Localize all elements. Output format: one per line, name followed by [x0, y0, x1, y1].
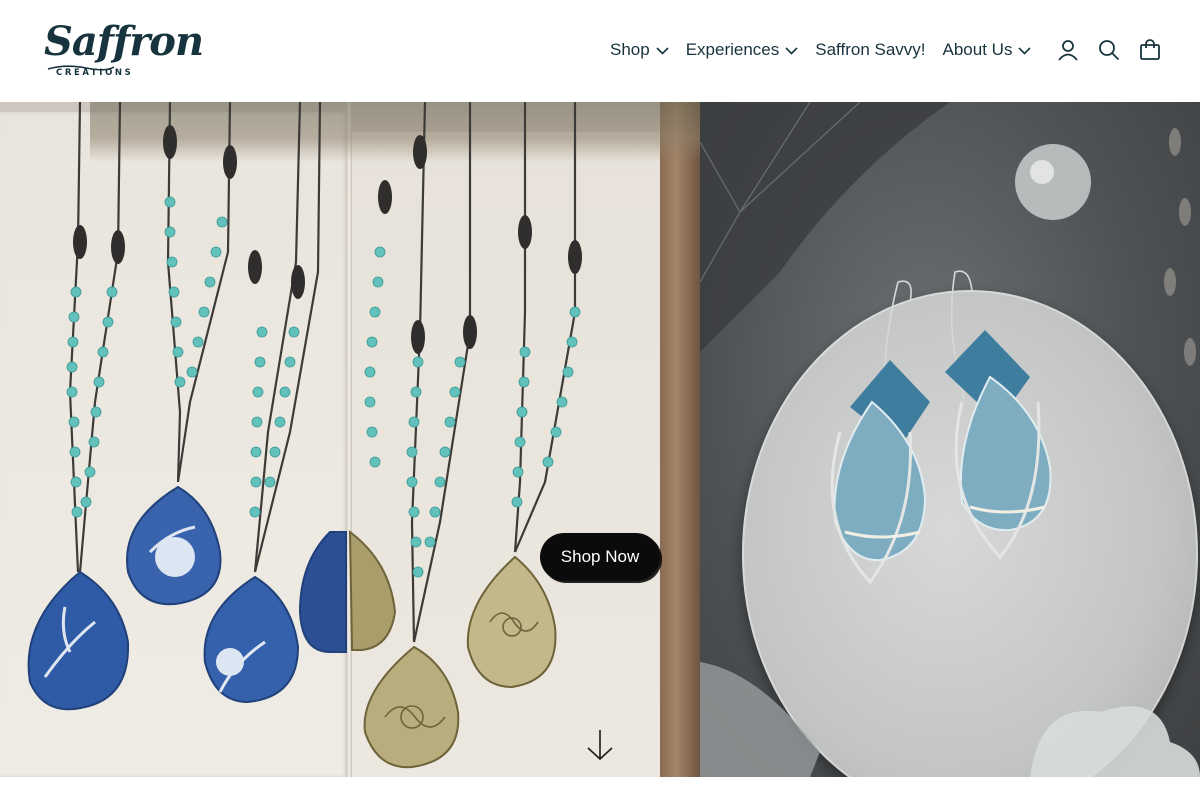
nav-item-label: About Us: [942, 40, 1013, 59]
cart-icon[interactable]: [1138, 38, 1162, 62]
saffron-logo[interactable]: Saffron CREATIONS: [44, 16, 204, 86]
page-content-start: [0, 777, 1200, 800]
logo-subtitle: CREATIONS: [56, 68, 134, 78]
chevron-down-icon: [785, 46, 798, 55]
logo-wordmark: Saffron: [44, 18, 204, 65]
nav-item-label: Experiences: [685, 40, 780, 59]
main-nav: Shop Experiences Saffron Savvy! About Us: [610, 38, 1032, 62]
nav-item-label: Saffron Savvy!: [815, 40, 926, 59]
chevron-down-icon[interactable]: [586, 728, 614, 762]
account-icon[interactable]: [1056, 38, 1080, 62]
necklace-illustration: [27, 102, 582, 769]
hero-banner: Shop Now: [0, 102, 1200, 777]
header-icons: [1056, 38, 1162, 62]
chevron-down-icon: [656, 46, 669, 55]
shop-now-button[interactable]: Shop Now: [540, 533, 660, 581]
nav-item-experiences[interactable]: Experiences: [686, 40, 799, 60]
search-icon[interactable]: [1097, 38, 1121, 62]
nav-item-shop[interactable]: Shop: [610, 40, 669, 60]
earrings-illustration: [700, 102, 1200, 777]
necklaces-image: [0, 102, 700, 777]
nav-item-label: Shop: [610, 40, 650, 59]
nav-item-about-us[interactable]: About Us: [943, 40, 1032, 60]
site-header: Saffron CREATIONS Shop Experiences Saffr…: [0, 0, 1200, 102]
chevron-down-icon: [1018, 46, 1032, 55]
nav-item-saffron-savvy[interactable]: Saffron Savvy!: [815, 40, 925, 60]
